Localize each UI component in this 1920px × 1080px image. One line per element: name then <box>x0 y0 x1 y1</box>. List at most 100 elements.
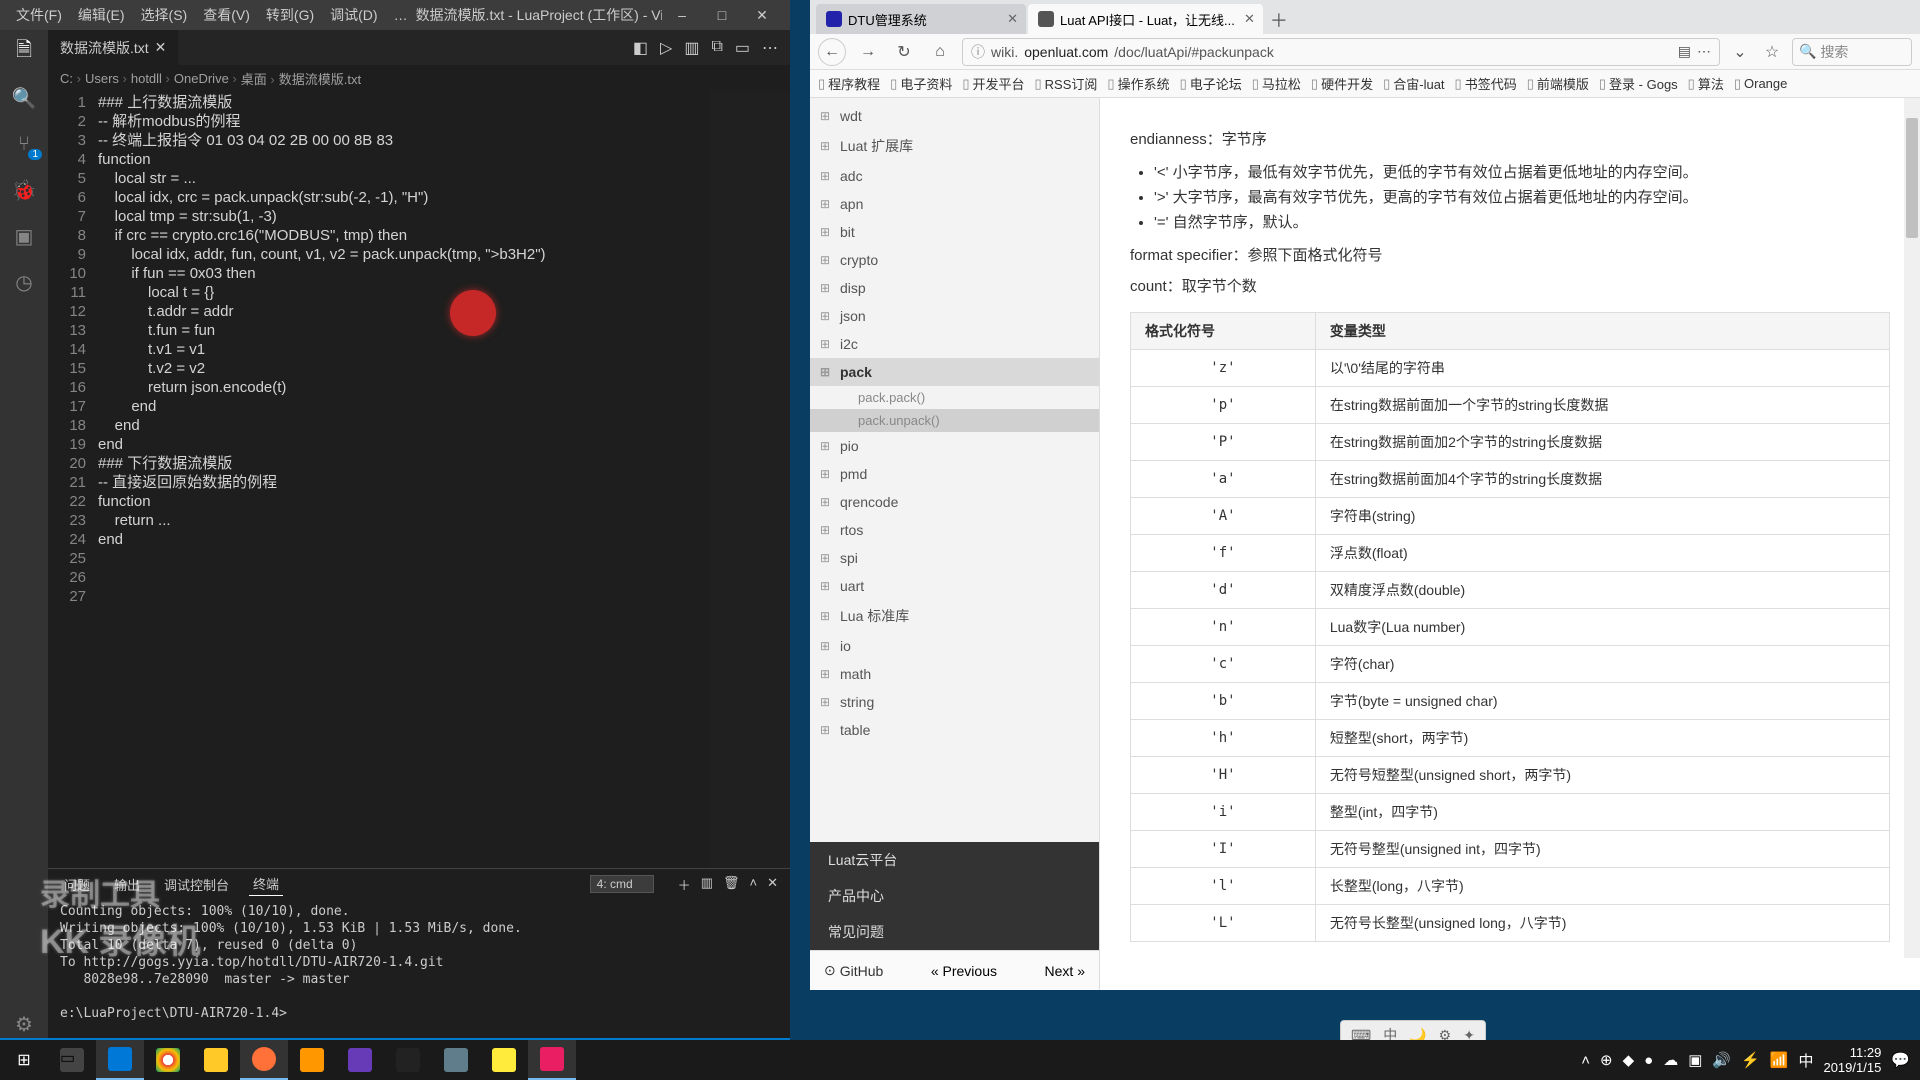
new-tab-button[interactable]: ＋ <box>1265 6 1293 34</box>
terminal-output[interactable]: Counting objects: 100% (10/10), done. Wr… <box>48 899 790 1038</box>
compare-icon[interactable]: ◧ <box>633 38 648 58</box>
sidebar-item[interactable]: disp <box>810 274 1099 302</box>
tray-icon[interactable]: ◆ <box>1623 1051 1635 1069</box>
panel-tab-debug[interactable]: 调试控制台 <box>160 873 233 896</box>
scrollbar-thumb[interactable] <box>1906 118 1918 238</box>
split-icon[interactable]: ▥ <box>684 38 699 58</box>
breadcrumb[interactable]: C: Users hotdll OneDrive 桌面 数据流模版.txt <box>48 65 790 91</box>
sidebar-item[interactable]: bit <box>810 218 1099 246</box>
taskbar-app-recorder[interactable] <box>528 1040 576 1080</box>
bookmark-item[interactable]: ▯操作系统 <box>1107 74 1169 93</box>
sidebar-item[interactable]: table <box>810 716 1099 744</box>
kill-terminal-icon[interactable]: 🗑 <box>723 875 740 894</box>
footer-link[interactable]: Luat云平台 <box>810 842 1099 878</box>
taskbar-app[interactable] <box>480 1040 528 1080</box>
sidebar-item[interactable]: spi <box>810 544 1099 572</box>
code-editor[interactable]: 1234567891011121314151617181920212223242… <box>48 91 790 868</box>
explorer-icon[interactable]: 🗎 <box>10 38 38 66</box>
tray-volume-icon[interactable]: 🔊 <box>1712 1051 1731 1069</box>
sidebar-item[interactable]: json <box>810 302 1099 330</box>
forward-button[interactable]: → <box>854 38 882 66</box>
bookmark-item[interactable]: ▯算法 <box>1688 74 1724 93</box>
pocket-icon[interactable]: ⌄ <box>1728 42 1752 62</box>
search-icon[interactable]: 🔍 <box>10 84 38 112</box>
tray-power-icon[interactable]: ⚡ <box>1741 1051 1760 1069</box>
sidebar-item[interactable]: math <box>810 660 1099 688</box>
taskbar-app-cmd[interactable] <box>384 1040 432 1080</box>
minimap[interactable] <box>710 91 790 868</box>
next-button[interactable]: Next » <box>1045 963 1085 979</box>
close-button[interactable]: ✕ <box>742 7 782 24</box>
start-button[interactable]: ⊞ <box>0 1040 48 1080</box>
footer-link[interactable]: 常见问题 <box>810 914 1099 950</box>
reload-button[interactable]: ↻ <box>890 38 918 66</box>
bookmark-item[interactable]: ▯电子论坛 <box>1180 74 1242 93</box>
bookmark-item[interactable]: ▯电子资料 <box>890 74 952 93</box>
sidebar-item[interactable]: string <box>810 688 1099 716</box>
panel-tab-terminal[interactable]: 终端 <box>249 872 283 896</box>
menu-file[interactable]: 文件(F) <box>8 5 70 25</box>
bookmark-item[interactable]: ▯RSS订阅 <box>1035 74 1098 93</box>
sidebar-item[interactable]: io <box>810 632 1099 660</box>
address-bar[interactable]: ⓘ wiki.openluat.com/doc/luatApi/#packunp… <box>962 38 1720 66</box>
sidebar-subitem[interactable]: pack.unpack() <box>810 409 1099 432</box>
taskbar-app-vscode[interactable] <box>96 1040 144 1080</box>
bookmark-item[interactable]: ▯书签代码 <box>1455 74 1517 93</box>
open-changes-icon[interactable]: ⧉ <box>711 38 722 58</box>
more-icon[interactable]: ⋯ <box>762 38 778 58</box>
prev-button[interactable]: « Previous <box>931 963 997 979</box>
panel-tab-problems[interactable]: 问题 <box>60 873 94 896</box>
taskbar-app[interactable] <box>288 1040 336 1080</box>
tray-icon[interactable]: ☁ <box>1663 1051 1678 1069</box>
taskbar-app-chrome[interactable] <box>144 1040 192 1080</box>
bookmark-item[interactable]: ▯Orange <box>1734 76 1788 92</box>
back-button[interactable]: ← <box>818 38 846 66</box>
extensions-icon[interactable]: ▣ <box>10 222 38 250</box>
taskbar-app-explorer[interactable] <box>192 1040 240 1080</box>
new-terminal-icon[interactable]: ＋ <box>678 875 691 894</box>
reader-icon[interactable]: ▤ <box>1678 43 1691 60</box>
tab-close-icon[interactable]: ✕ <box>155 39 167 56</box>
search-box[interactable]: 🔍 搜索 <box>1792 38 1912 66</box>
code-content[interactable]: ### 上行数据流模版-- 解析modbus的例程-- 终端上报指令 01 03… <box>98 91 790 868</box>
github-link[interactable]: ⊙ GitHub <box>824 962 883 979</box>
task-view-button[interactable]: ▭ <box>48 1040 96 1080</box>
sidebar-item[interactable]: crypto <box>810 246 1099 274</box>
split-terminal-icon[interactable]: ▥ <box>701 875 713 894</box>
menu-edit[interactable]: 编辑(E) <box>70 5 133 25</box>
tray-icon[interactable]: ▣ <box>1688 1051 1702 1069</box>
tray-icon[interactable]: ⊕ <box>1600 1051 1613 1069</box>
sidebar-item[interactable]: pmd <box>810 460 1099 488</box>
sidebar-subitem[interactable]: pack.pack() <box>810 386 1099 409</box>
sidebar-item[interactable]: Lua 标准库 <box>810 600 1099 632</box>
minimize-button[interactable]: – <box>662 7 702 23</box>
sidebar-item[interactable]: rtos <box>810 516 1099 544</box>
menu-select[interactable]: 选择(S) <box>133 5 196 25</box>
browser-tab-active[interactable]: Luat API接口 - Luat，让无线... ✕ <box>1028 4 1263 34</box>
bookmark-item[interactable]: ▯登录 - Gogs <box>1599 74 1678 93</box>
scrollbar[interactable] <box>1904 98 1920 958</box>
sidebar-item[interactable]: apn <box>810 190 1099 218</box>
menu-goto[interactable]: 转到(G) <box>258 5 322 25</box>
bookmark-star-icon[interactable]: ☆ <box>1760 42 1784 62</box>
tray-network-icon[interactable]: 📶 <box>1770 1051 1789 1069</box>
bookmark-item[interactable]: ▯马拉松 <box>1252 74 1301 93</box>
sidebar-item[interactable]: uart <box>810 572 1099 600</box>
layout-icon[interactable]: ▭ <box>735 38 750 58</box>
tray-ime-icon[interactable]: 中 <box>1798 1050 1813 1071</box>
bookmark-item[interactable]: ▯前端模版 <box>1527 74 1589 93</box>
footer-link[interactable]: 产品中心 <box>810 878 1099 914</box>
scm-icon[interactable]: ⑂ <box>10 130 38 158</box>
sidebar-item[interactable]: pack <box>810 358 1099 386</box>
bookmark-item[interactable]: ▯程序教程 <box>818 74 880 93</box>
sidebar-item[interactable]: wdt <box>810 102 1099 130</box>
sidebar-item[interactable]: adc <box>810 162 1099 190</box>
tab-close-icon[interactable]: ✕ <box>1007 11 1018 27</box>
bookmark-item[interactable]: ▯合宙-luat <box>1383 74 1444 93</box>
maximize-button[interactable]: □ <box>702 7 742 23</box>
taskbar-app[interactable] <box>432 1040 480 1080</box>
menu-view[interactable]: 查看(V) <box>195 5 258 25</box>
menu-debug[interactable]: 调试(D) <box>322 5 385 25</box>
taskbar-clock[interactable]: 11:29 2019/1/15 <box>1823 1045 1881 1075</box>
test-icon[interactable]: ◷ <box>10 268 38 296</box>
